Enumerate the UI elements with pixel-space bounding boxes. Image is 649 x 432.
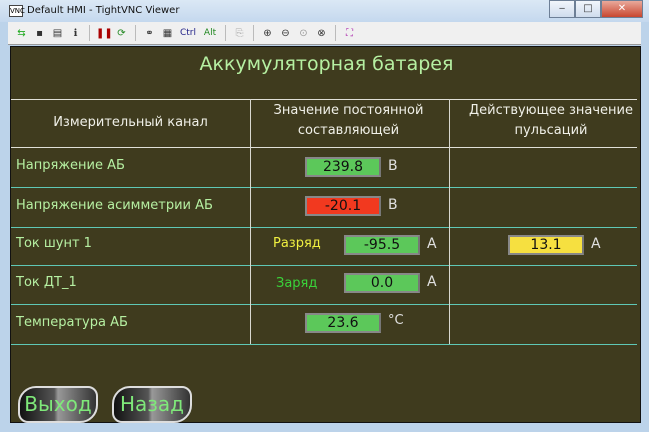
channel-label: Напряжение асимметрии АБ: [16, 198, 213, 213]
save-icon[interactable]: ▪: [32, 26, 47, 41]
separator: [89, 25, 90, 41]
table-top-line: [11, 99, 637, 100]
new-connection-icon[interactable]: ⇆: [14, 26, 29, 41]
channel-label: Температура АБ: [16, 315, 128, 330]
header-ripple: Действующее значение пульсаций: [469, 103, 633, 138]
value-field: 239.8: [305, 157, 381, 177]
app-icon: VNC: [9, 5, 25, 17]
unit-label: В: [388, 197, 398, 213]
separator: [135, 25, 136, 41]
unit-label: °C: [388, 313, 404, 328]
maximize-button[interactable]: □: [575, 0, 601, 18]
zoom-100-icon[interactable]: ⊙: [296, 26, 311, 41]
ripple-value-field: 13.1: [508, 235, 584, 255]
row-divider: [11, 265, 637, 266]
header-bottom-line: [11, 147, 637, 148]
column-divider: [449, 99, 450, 344]
channel-label: Ток шунт 1: [16, 236, 92, 251]
ctrl-key-button[interactable]: Ctrl: [178, 26, 198, 41]
title-bar: VNC Default HMI - TightVNC Viewer ‒ □ ✕: [0, 0, 649, 22]
start-menu-icon[interactable]: ▦: [160, 26, 175, 41]
header-channel: Измерительный канал: [53, 115, 208, 130]
minimize-button[interactable]: ‒: [549, 0, 575, 18]
hmi-screen: Аккумуляторная батарея Измерительный кан…: [10, 46, 641, 423]
alt-key-button[interactable]: Alt: [201, 26, 219, 41]
value-field: 0.0: [344, 273, 420, 293]
row-divider: [11, 344, 637, 345]
fullscreen-icon[interactable]: ⛶: [342, 26, 357, 41]
separator: [253, 25, 254, 41]
unit-label: В: [388, 158, 398, 174]
back-button[interactable]: Назад: [112, 386, 192, 423]
column-divider: [250, 99, 251, 344]
unit-label: А: [427, 236, 437, 252]
page-title: Аккумуляторная батарея: [199, 53, 454, 75]
value-field: -20.1: [305, 196, 381, 216]
value-field: 23.6: [305, 313, 381, 333]
window-title: Default HMI - TightVNC Viewer: [27, 5, 180, 16]
zoom-in-icon[interactable]: ⊕: [260, 26, 275, 41]
row-divider: [11, 227, 637, 228]
close-button[interactable]: ✕: [601, 0, 643, 18]
value-field: -95.5: [344, 235, 420, 255]
exit-button[interactable]: Выход: [18, 386, 98, 423]
unit-label: А: [591, 236, 601, 252]
refresh-icon[interactable]: ⟳: [114, 26, 129, 41]
mode-label: Заряд: [276, 276, 318, 291]
pause-icon[interactable]: ❚❚: [96, 26, 113, 41]
row-divider: [11, 304, 637, 305]
unit-label: А: [427, 274, 437, 290]
row-divider: [11, 187, 637, 188]
mode-label: Разряд: [273, 236, 321, 251]
separator: [335, 25, 336, 41]
options-icon[interactable]: ▤: [50, 26, 65, 41]
ctrl-alt-del-icon[interactable]: ⚭: [142, 26, 157, 41]
channel-label: Напряжение АБ: [16, 158, 125, 173]
clipboard-icon[interactable]: ⎘: [232, 26, 247, 41]
zoom-out-icon[interactable]: ⊖: [278, 26, 293, 41]
toolbar: ⇆ ▪ ▤ ℹ ❚❚ ⟳ ⚭ ▦ Ctrl Alt ⎘ ⊕ ⊖ ⊙ ⊗ ⛶: [8, 22, 641, 45]
zoom-fit-icon[interactable]: ⊗: [314, 26, 329, 41]
header-dc-value: Значение постоянной составляющей: [273, 103, 424, 138]
info-icon[interactable]: ℹ: [68, 26, 83, 41]
separator: [225, 25, 226, 41]
channel-label: Ток ДТ_1: [16, 275, 77, 290]
